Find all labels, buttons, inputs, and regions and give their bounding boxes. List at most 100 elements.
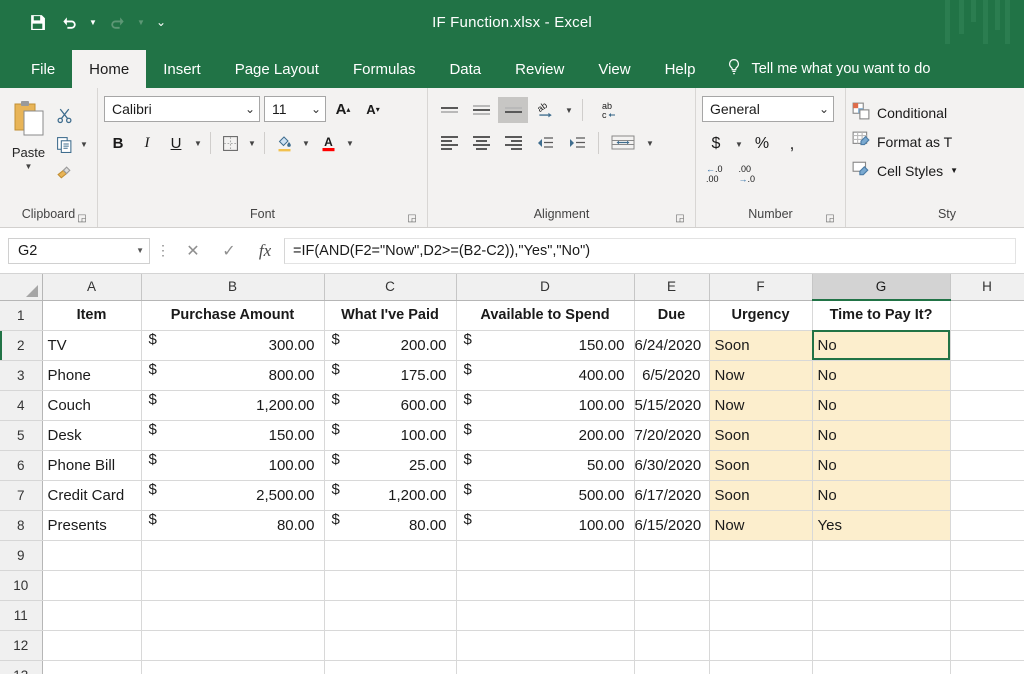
cell-B3[interactable]: $800.00: [141, 360, 324, 390]
cell-A10[interactable]: [42, 570, 141, 600]
row-header-2[interactable]: 2: [0, 330, 42, 360]
column-header-c[interactable]: C: [324, 274, 456, 300]
tab-formulas[interactable]: Formulas: [336, 50, 433, 88]
cell-E4[interactable]: 5/15/2020: [634, 390, 709, 420]
cell-A12[interactable]: [42, 630, 141, 660]
cell-B1[interactable]: Purchase Amount: [141, 300, 324, 330]
tell-me-search[interactable]: Tell me what you want to do: [726, 50, 930, 88]
underline-dropdown-icon[interactable]: ▼: [191, 129, 205, 157]
number-dialog-launcher-icon[interactable]: ◲: [824, 213, 836, 225]
save-icon[interactable]: [22, 7, 52, 37]
cell-E9[interactable]: [634, 540, 709, 570]
align-center-icon[interactable]: [466, 130, 496, 156]
cell-A8[interactable]: Presents: [42, 510, 141, 540]
italic-button[interactable]: I: [133, 129, 161, 157]
cell-A2[interactable]: TV: [42, 330, 141, 360]
undo-dropdown-icon[interactable]: ▼: [86, 7, 100, 37]
row-header-13[interactable]: 13: [0, 660, 42, 674]
column-header-b[interactable]: B: [141, 274, 324, 300]
decrease-indent-icon[interactable]: [530, 130, 560, 156]
cell-F12[interactable]: [709, 630, 812, 660]
align-middle-icon[interactable]: [466, 97, 496, 123]
tab-help[interactable]: Help: [648, 50, 713, 88]
font-name-input[interactable]: Calibri ⌄: [104, 96, 260, 122]
cell-F13[interactable]: [709, 660, 812, 674]
cut-icon[interactable]: [51, 102, 77, 128]
cell-A11[interactable]: [42, 600, 141, 630]
cell-B10[interactable]: [141, 570, 324, 600]
cell-F6[interactable]: Soon: [709, 450, 812, 480]
cell-E1[interactable]: Due: [634, 300, 709, 330]
cell-styles-button[interactable]: Cell Styles ▼: [852, 156, 958, 185]
cell-D4[interactable]: $100.00: [456, 390, 634, 420]
cell-H11[interactable]: [950, 600, 1024, 630]
cell-D12[interactable]: [456, 630, 634, 660]
row-header-11[interactable]: 11: [0, 600, 42, 630]
cell-G1[interactable]: Time to Pay It?: [812, 300, 950, 330]
align-bottom-icon[interactable]: [498, 97, 528, 123]
cell-H2[interactable]: [950, 330, 1024, 360]
cell-E8[interactable]: 6/15/2020: [634, 510, 709, 540]
cell-H1[interactable]: [950, 300, 1024, 330]
cell-B2[interactable]: $300.00: [141, 330, 324, 360]
cell-C13[interactable]: [324, 660, 456, 674]
cell-B7[interactable]: $2,500.00: [141, 480, 324, 510]
cell-F11[interactable]: [709, 600, 812, 630]
cancel-entry-icon[interactable]: ✕: [176, 238, 210, 264]
cell-H13[interactable]: [950, 660, 1024, 674]
align-top-icon[interactable]: [434, 97, 464, 123]
row-header-5[interactable]: 5: [0, 420, 42, 450]
cell-G3[interactable]: No: [812, 360, 950, 390]
name-box[interactable]: G2 ▼: [8, 238, 150, 264]
increase-decimal-icon[interactable]: ←.0.00: [706, 164, 723, 184]
cell-E11[interactable]: [634, 600, 709, 630]
cell-E5[interactable]: 7/20/2020: [634, 420, 709, 450]
underline-button[interactable]: U: [162, 129, 190, 157]
bold-button[interactable]: B: [104, 129, 132, 157]
redo-dropdown-icon[interactable]: ▼: [134, 7, 148, 37]
cell-A6[interactable]: Phone Bill: [42, 450, 141, 480]
row-header-12[interactable]: 12: [0, 630, 42, 660]
cell-G4[interactable]: No: [812, 390, 950, 420]
column-header-d[interactable]: D: [456, 274, 634, 300]
align-left-icon[interactable]: [434, 130, 464, 156]
cell-H5[interactable]: [950, 420, 1024, 450]
row-header-10[interactable]: 10: [0, 570, 42, 600]
cell-B6[interactable]: $100.00: [141, 450, 324, 480]
paste-button[interactable]: Paste ▼: [6, 96, 51, 171]
column-header-a[interactable]: A: [42, 274, 141, 300]
copy-dropdown-icon[interactable]: ▼: [77, 130, 91, 158]
conditional-formatting-button[interactable]: Conditional: [852, 98, 947, 127]
increase-indent-icon[interactable]: [562, 130, 592, 156]
cell-F3[interactable]: Now: [709, 360, 812, 390]
formula-input[interactable]: =IF(AND(F2="Now",D2>=(B2-C2)),"Yes","No"…: [284, 238, 1016, 264]
format-as-table-button[interactable]: Format as T: [852, 127, 952, 156]
cell-C9[interactable]: [324, 540, 456, 570]
increase-font-size-icon[interactable]: A▴: [330, 96, 356, 122]
cell-D8[interactable]: $100.00: [456, 510, 634, 540]
tab-insert[interactable]: Insert: [146, 50, 218, 88]
cell-G6[interactable]: No: [812, 450, 950, 480]
column-header-e[interactable]: E: [634, 274, 709, 300]
cell-F8[interactable]: Now: [709, 510, 812, 540]
accounting-dropdown-icon[interactable]: ▼: [732, 130, 746, 158]
confirm-entry-icon[interactable]: ✓: [212, 238, 246, 264]
cell-A1[interactable]: Item: [42, 300, 141, 330]
font-size-dropdown-icon[interactable]: ⌄: [307, 102, 321, 116]
cell-H9[interactable]: [950, 540, 1024, 570]
cell-D7[interactable]: $500.00: [456, 480, 634, 510]
cell-B5[interactable]: $150.00: [141, 420, 324, 450]
cell-G13[interactable]: [812, 660, 950, 674]
cell-C12[interactable]: [324, 630, 456, 660]
cell-B13[interactable]: [141, 660, 324, 674]
cell-C8[interactable]: $80.00: [324, 510, 456, 540]
row-header-7[interactable]: 7: [0, 480, 42, 510]
cell-D10[interactable]: [456, 570, 634, 600]
cell-D13[interactable]: [456, 660, 634, 674]
row-header-3[interactable]: 3: [0, 360, 42, 390]
spreadsheet-grid[interactable]: A B C D E F G H 1ItemPurchase AmountWhat…: [0, 274, 1024, 674]
cell-C2[interactable]: $200.00: [324, 330, 456, 360]
cell-C1[interactable]: What I've Paid: [324, 300, 456, 330]
cell-A4[interactable]: Couch: [42, 390, 141, 420]
font-size-input[interactable]: 11 ⌄: [264, 96, 326, 122]
